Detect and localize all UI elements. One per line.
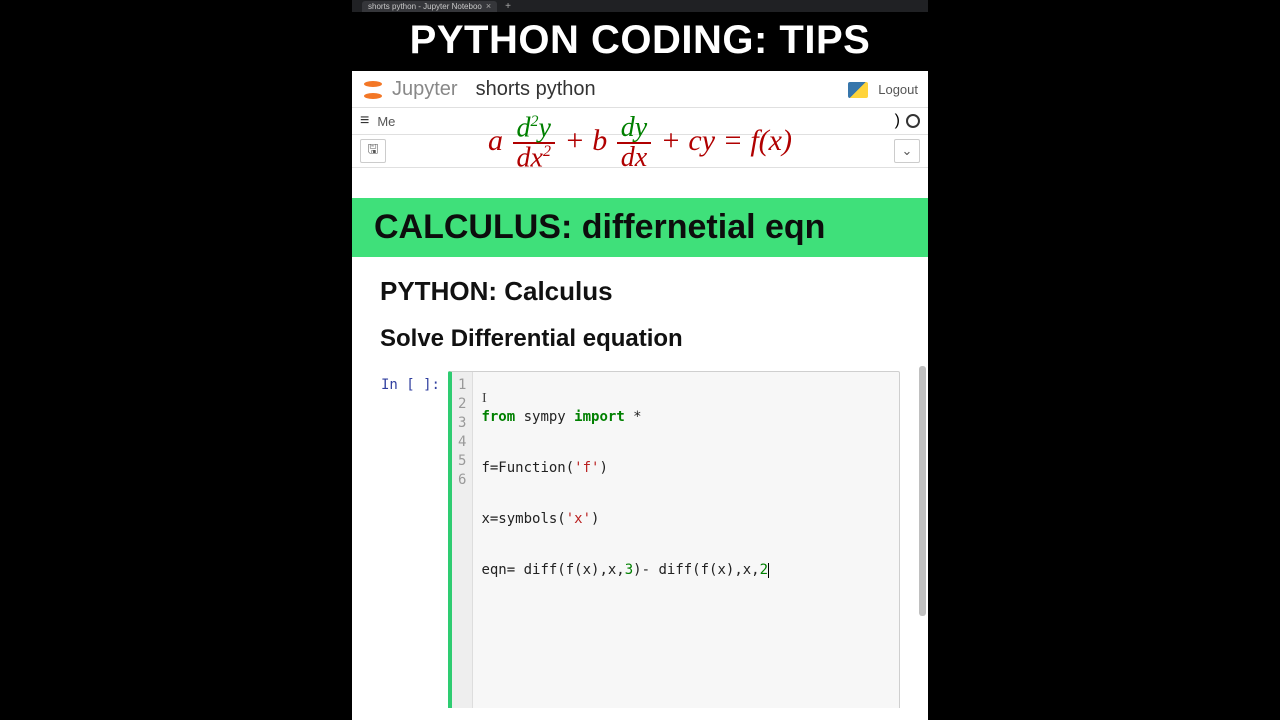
jupyter-brand: Jupyter shorts python xyxy=(362,78,596,101)
logout-link[interactable]: Logout xyxy=(878,82,918,97)
kernel-status-icon[interactable] xyxy=(906,114,920,128)
python-kernel-icon xyxy=(848,82,868,98)
code-cell[interactable]: In [ ]: 1 2 3 4 5 6 from sympy import * … xyxy=(380,371,900,708)
jupyter-brand-text: Jupyter xyxy=(392,78,458,101)
overlay-title: PYTHON CODING: TIPS xyxy=(352,12,928,71)
text-cursor xyxy=(768,563,769,578)
line-gutter: 1 2 3 4 5 6 xyxy=(452,372,473,708)
cell-prompt: In [ ]: xyxy=(380,371,448,708)
code-editor[interactable]: from sympy import * f=Function('f') x=sy… xyxy=(473,372,777,708)
cell-body[interactable]: 1 2 3 4 5 6 from sympy import * f=Functi… xyxy=(448,371,900,708)
browser-tabbar: shorts python - Jupyter Noteboo × + xyxy=(352,0,928,12)
jupyter-header: Jupyter shorts python Logout xyxy=(352,72,928,108)
overlay-subtitle: CALCULUS: differnetial eqn xyxy=(352,198,928,257)
jupyter-logo-icon xyxy=(362,79,384,101)
toolbar-dropdown[interactable]: ⌄ xyxy=(894,139,920,163)
browser-tab[interactable]: shorts python - Jupyter Noteboo × xyxy=(362,1,497,12)
scrollbar-thumb[interactable] xyxy=(919,366,926,616)
menu-item[interactable]: Me xyxy=(377,114,395,129)
menubar-right: ) xyxy=(895,112,920,130)
markdown-heading-2: Solve Differential equation xyxy=(380,325,900,353)
kernel-busy-text: ) xyxy=(895,112,900,130)
header-right: Logout xyxy=(848,82,918,98)
toolbar: 🖫 ⌄ xyxy=(352,135,928,168)
new-tab-button[interactable]: + xyxy=(505,1,511,12)
markdown-heading-1: PYTHON: Calculus xyxy=(380,276,900,307)
tab-title: shorts python - Jupyter Noteboo xyxy=(368,2,482,11)
notebook-title[interactable]: shorts python xyxy=(476,78,596,101)
save-button[interactable]: 🖫 xyxy=(360,139,386,163)
app-viewport: shorts python - Jupyter Noteboo × + Jupy… xyxy=(352,0,928,720)
hamburger-icon[interactable]: ≡ xyxy=(360,112,369,130)
menubar: ≡ Me ) xyxy=(352,108,928,135)
close-icon[interactable]: × xyxy=(486,1,491,11)
